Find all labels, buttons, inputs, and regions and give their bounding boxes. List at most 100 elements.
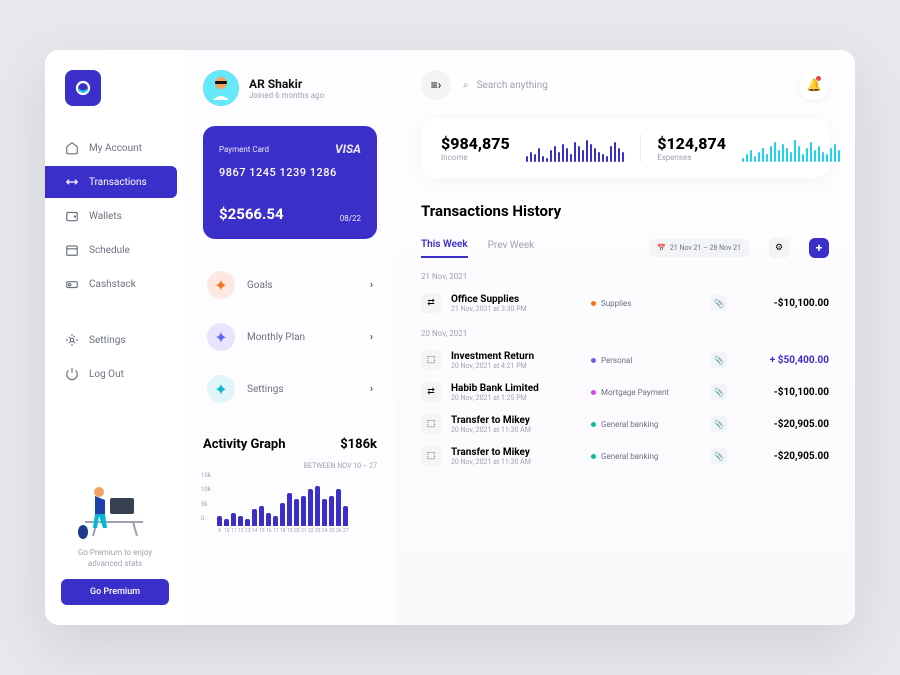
card-expiry: 08/22 <box>340 214 361 223</box>
nav-bottom: SettingsLog Out <box>45 324 185 390</box>
wallet-icon <box>65 209 79 223</box>
swap-icon <box>65 175 79 189</box>
expenses-sparkline <box>742 134 841 162</box>
chart-bar <box>231 513 236 526</box>
expenses-value: $124,874 <box>657 134 726 153</box>
stats-card: $984,875 Income $124,874 Expenses <box>421 118 829 178</box>
quick-links: ✦Goals› ✦Monthly Plan› ✦Settings› <box>203 263 377 411</box>
txn-title: Transfer to Mikey <box>451 415 581 426</box>
txn-type-icon: ⬚ <box>421 414 441 434</box>
attachment-icon[interactable]: 📎 <box>711 384 727 400</box>
nav-item-log-out[interactable]: Log Out <box>45 358 185 390</box>
card-balance: $2566.54 <box>219 205 284 223</box>
quick-icon: ✦ <box>207 271 235 299</box>
chevron-right-icon: › <box>370 384 373 395</box>
txn-title: Office Supplies <box>451 294 581 305</box>
premium-text: Go Premium to enjoy advanced stats <box>45 548 185 569</box>
chevron-right-icon: › <box>370 280 373 291</box>
chart-bar <box>273 516 278 526</box>
attachment-icon[interactable]: 📎 <box>711 295 727 311</box>
txn-timestamp: 20 Nov, 2021 at 1:25 PM <box>451 394 581 402</box>
sidebar: My AccountTransactionsWalletsScheduleCas… <box>45 50 185 625</box>
txn-title: Transfer to Mikey <box>451 447 581 458</box>
nav-item-transactions[interactable]: Transactions <box>45 166 177 198</box>
quick-goals[interactable]: ✦Goals› <box>203 263 377 307</box>
activity-value: $186k <box>340 437 377 452</box>
main-panel: ≡› ⌕ Search anything 🔔 $984,875 Income $… <box>395 50 855 625</box>
transaction-row[interactable]: ⬚ Investment Return 20 Nov, 2021 at 4:21… <box>421 344 829 376</box>
notifications-button[interactable]: 🔔 <box>799 70 829 100</box>
txn-amount: -$20,905.00 <box>774 419 829 430</box>
quick-icon: ✦ <box>207 323 235 351</box>
nav-item-cashstack[interactable]: Cashstack <box>45 268 185 300</box>
txn-amount: -$10,100.00 <box>774 298 829 309</box>
chart-bar <box>294 499 299 526</box>
txn-date-header: 20 Nov, 2021 <box>421 329 829 338</box>
quick-settings[interactable]: ✦Settings› <box>203 367 377 411</box>
chart-bar <box>224 519 229 526</box>
menu-icon: ≡› <box>431 78 442 92</box>
middle-panel: AR Shakir Joined 6 months ago Payment Ca… <box>185 50 395 625</box>
card-brand: VISA <box>335 142 361 156</box>
search-input[interactable]: ⌕ Search anything <box>463 80 787 91</box>
txn-type-icon: ⇄ <box>421 382 441 402</box>
transaction-row[interactable]: ⬚ Transfer to Mikey 20 Nov, 2021 at 11:3… <box>421 440 829 472</box>
menu-toggle-button[interactable]: ≡› <box>421 70 451 100</box>
avatar <box>203 70 239 106</box>
gear-icon: ⚙ <box>775 243 783 253</box>
profile[interactable]: AR Shakir Joined 6 months ago <box>203 70 377 106</box>
attachment-icon[interactable]: 📎 <box>711 352 727 368</box>
txn-title: Habib Bank Limited <box>451 383 581 394</box>
bell-icon: 🔔 <box>807 78 822 92</box>
expenses-label: Expenses <box>657 153 726 162</box>
chart-bar <box>343 506 348 526</box>
txn-amount: -$20,905.00 <box>774 451 829 462</box>
go-premium-button[interactable]: Go Premium <box>61 579 169 605</box>
stack-icon <box>65 277 79 291</box>
transaction-row[interactable]: ⇄ Habib Bank Limited 20 Nov, 2021 at 1:2… <box>421 376 829 408</box>
chart-bar <box>266 513 271 526</box>
chart-bar <box>280 503 285 526</box>
attachment-icon[interactable]: 📎 <box>711 416 727 432</box>
power-icon <box>65 367 79 381</box>
txn-category: Personal <box>591 356 701 365</box>
txn-timestamp: 21 Nov, 2021 at 3:30 PM <box>451 305 581 313</box>
search-placeholder: Search anything <box>477 80 548 91</box>
logo[interactable] <box>65 70 101 106</box>
quick-monthly-plan[interactable]: ✦Monthly Plan› <box>203 315 377 359</box>
nav-item-settings[interactable]: Settings <box>45 324 185 356</box>
chevron-right-icon: › <box>370 332 373 343</box>
txn-type-icon: ⬚ <box>421 350 441 370</box>
txn-type-icon: ⇄ <box>421 293 441 313</box>
txn-timestamp: 20 Nov, 2021 at 4:21 PM <box>451 362 581 370</box>
transaction-list: 21 Nov, 2021 ⇄ Office Supplies 21 Nov, 2… <box>421 272 829 472</box>
income-value: $984,875 <box>441 134 510 153</box>
profile-name: AR Shakir <box>249 77 324 91</box>
income-sparkline <box>526 134 625 162</box>
transaction-row[interactable]: ⇄ Office Supplies 21 Nov, 2021 at 3:30 P… <box>421 287 829 319</box>
tab-this-week[interactable]: This Week <box>421 239 468 258</box>
attachment-icon[interactable]: 📎 <box>711 448 727 464</box>
txn-amount: -$10,100.00 <box>774 387 829 398</box>
app-window: My AccountTransactionsWalletsScheduleCas… <box>45 50 855 625</box>
txn-category: Mortgage Payment <box>591 388 701 397</box>
chart-bar <box>238 516 243 526</box>
chart-bar <box>301 496 306 526</box>
transaction-row[interactable]: ⬚ Transfer to Mikey 20 Nov, 2021 at 11:3… <box>421 408 829 440</box>
home-icon <box>65 141 79 155</box>
payment-card[interactable]: Payment Card VISA 9867 1245 1239 1286 $2… <box>203 126 377 239</box>
nav: My AccountTransactionsWalletsScheduleCas… <box>45 132 185 300</box>
txn-type-icon: ⬚ <box>421 446 441 466</box>
date-range-picker[interactable]: 📅 21 Nov 21 – 28 Nov 21 <box>649 239 749 257</box>
income-label: Income <box>441 153 510 162</box>
add-transaction-button[interactable]: + <box>809 238 829 258</box>
history-settings-button[interactable]: ⚙ <box>769 238 789 258</box>
gear-icon <box>65 333 79 347</box>
nav-item-schedule[interactable]: Schedule <box>45 234 185 266</box>
chart-bar <box>252 509 257 526</box>
quick-icon: ✦ <box>207 375 235 403</box>
tab-prev-week[interactable]: Prev Week <box>488 240 535 257</box>
nav-item-my-account[interactable]: My Account <box>45 132 185 164</box>
chart-bar <box>245 519 250 526</box>
nav-item-wallets[interactable]: Wallets <box>45 200 185 232</box>
